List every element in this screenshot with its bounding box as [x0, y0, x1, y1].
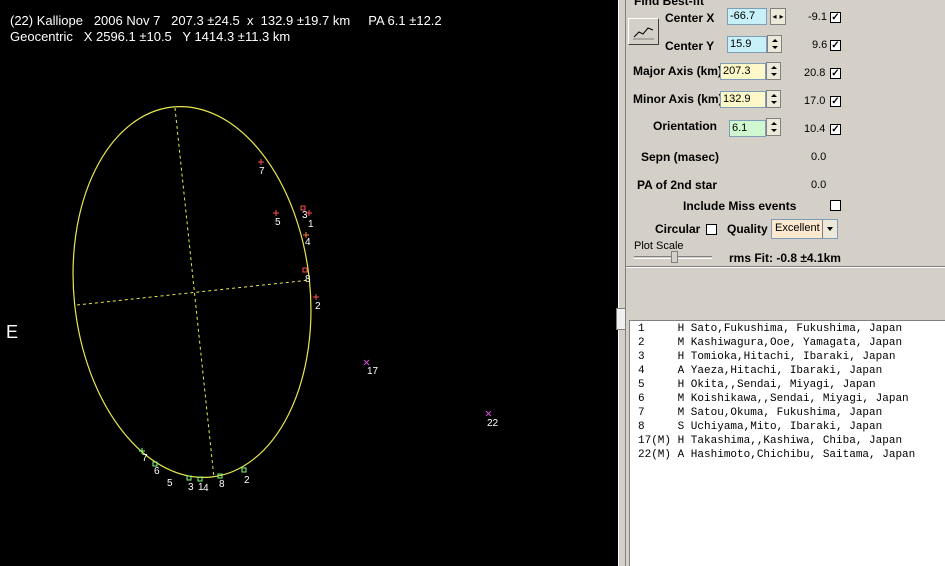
- center-x-input[interactable]: -66.7: [727, 8, 767, 25]
- plot-scale-slider-thumb[interactable]: [671, 251, 678, 263]
- splitter-handle[interactable]: [616, 308, 626, 330]
- chord-marker: 2: [241, 467, 250, 486]
- minor-axis-input[interactable]: 132.9: [720, 91, 766, 108]
- major-axis-spinner[interactable]: [766, 62, 781, 80]
- major-axis-line: [174, 107, 215, 479]
- svg-text:8: 8: [219, 479, 225, 490]
- list-item[interactable]: 5 H Okita,,Sendai, Miyagi, Japan: [638, 379, 876, 391]
- chart-icon: [633, 27, 654, 40]
- chord-marker: 2: [313, 294, 321, 312]
- svg-text:8: 8: [305, 274, 311, 285]
- svg-text:4: 4: [203, 483, 209, 494]
- list-item[interactable]: 6 M Koishikawa,,Sendai, Miyagi, Japan: [638, 393, 909, 405]
- orientation-checkbox[interactable]: ✓: [830, 124, 841, 135]
- orientation-label: Orientation: [653, 119, 718, 133]
- list-item[interactable]: 1 H Sato,Fukushima, Fukushima, Japan: [638, 323, 902, 335]
- svg-text:6: 6: [154, 466, 160, 477]
- chord-marker: 5: [273, 210, 281, 228]
- list-item[interactable]: 17(M) H Takashima,,Kashiwa, Chiba, Japan: [638, 435, 902, 447]
- observer-list[interactable]: 1 H Sato,Fukushima, Fukushima, Japan 2 M…: [629, 320, 945, 566]
- orientation-uncertainty: 10.4: [804, 123, 826, 135]
- quality-label: Quality: [727, 222, 768, 236]
- orientation-input[interactable]: 6.1: [729, 120, 766, 137]
- chord-marker: 4: [203, 483, 209, 494]
- list-item[interactable]: 2 M Kashiwagura,Ooe, Yamagata, Japan: [638, 337, 902, 349]
- center-y-label: Center Y: [665, 39, 715, 53]
- plot-header-line2: Geocentric X 2596.1 ±10.5 Y 1414.3 ±11.3…: [10, 29, 291, 44]
- sepn-value: 0.0: [811, 151, 827, 163]
- pa-2nd-star-value: 0.0: [811, 179, 827, 191]
- chord-marker: 8: [302, 267, 311, 285]
- center-x-uncertainty: -9.1: [808, 11, 827, 23]
- group-title: Find Best-fit: [632, 0, 706, 8]
- svg-text:3: 3: [188, 482, 194, 493]
- svg-text:7: 7: [259, 166, 265, 177]
- minor-axis-uncertainty: 17.0: [804, 95, 826, 107]
- occultation-plot[interactable]: 7 5 3 1 4 8 2 7 6 5 3 1 4 8 2 17 22 (22)…: [0, 0, 618, 566]
- major-axis-input[interactable]: 207.3: [720, 63, 766, 80]
- svg-text:5: 5: [275, 217, 281, 228]
- center-y-checkbox[interactable]: ✓: [830, 40, 841, 51]
- rms-fit-value: rms Fit: -0.8 ±4.1km: [729, 251, 841, 265]
- asteroid-profile-ellipse: [72, 106, 312, 478]
- chord-marker: 4: [303, 232, 311, 248]
- sepn-label: Sepn (masec): [641, 150, 720, 164]
- minor-axis-spinner[interactable]: [766, 90, 781, 108]
- major-axis-label: Major Axis (km): [633, 64, 722, 78]
- svg-text:2: 2: [244, 475, 250, 486]
- quality-select[interactable]: Excellent: [771, 219, 838, 239]
- list-item[interactable]: 8 S Uchiyama,Mito, Ibaraki, Japan: [638, 421, 882, 433]
- orientation-spinner[interactable]: [766, 118, 781, 136]
- center-y-spinner[interactable]: [767, 35, 782, 53]
- east-direction-label: E: [6, 322, 19, 342]
- center-x-checkbox[interactable]: ✓: [830, 12, 841, 23]
- major-axis-uncertainty: 20.8: [804, 67, 826, 79]
- chord-marker: 3: [186, 475, 194, 493]
- svg-text:17: 17: [367, 366, 379, 377]
- center-x-spinner[interactable]: ◂ ▸: [770, 8, 786, 25]
- miss-event-22: 22: [485, 410, 499, 429]
- svg-text:5: 5: [167, 478, 173, 489]
- include-miss-checkbox[interactable]: [830, 200, 841, 211]
- list-item[interactable]: 7 M Satou,Okuma, Fukushima, Japan: [638, 407, 882, 419]
- center-y-input[interactable]: 15.9: [727, 36, 767, 53]
- miss-event-17: 17: [363, 359, 379, 377]
- include-miss-label: Include Miss events: [683, 199, 797, 213]
- center-y-uncertainty: 9.6: [812, 39, 828, 51]
- minor-axis-label: Minor Axis (km): [633, 92, 723, 106]
- spin-right-icon[interactable]: ▸: [778, 9, 785, 24]
- plot-canvas: 7 5 3 1 4 8 2 7 6 5 3 1 4 8 2 17 22: [72, 106, 499, 494]
- quality-value: Excellent: [775, 222, 820, 234]
- chord-marker: 5: [167, 478, 173, 489]
- major-axis-checkbox[interactable]: ✓: [830, 68, 841, 79]
- pa-2nd-star-label: PA of 2nd star: [637, 178, 718, 192]
- chord-marker: 1: [306, 210, 314, 230]
- plot-header-line1: (22) Kalliope 2006 Nov 7 207.3 ±24.5 x 1…: [10, 13, 442, 28]
- list-item[interactable]: 3 H Tomioka,Hitachi, Ibaraki, Japan: [638, 351, 895, 363]
- list-item[interactable]: 22(M) A Hashimoto,Chichibu, Saitama, Jap…: [638, 449, 915, 461]
- minor-axis-checkbox[interactable]: ✓: [830, 96, 841, 107]
- panel-splitter[interactable]: [618, 0, 626, 566]
- spin-left-icon[interactable]: ◂: [771, 9, 778, 24]
- svg-text:22: 22: [487, 418, 499, 429]
- list-item[interactable]: 4 A Yaeza,Hitachi, Ibaraki, Japan: [638, 365, 882, 377]
- svg-text:7: 7: [142, 453, 148, 464]
- circular-label: Circular: [655, 222, 701, 236]
- find-best-fit-button[interactable]: [628, 18, 659, 45]
- svg-text:4: 4: [305, 237, 311, 248]
- svg-text:2: 2: [315, 301, 321, 312]
- panel-divider: [626, 266, 945, 268]
- svg-text:1: 1: [308, 219, 314, 230]
- circular-checkbox[interactable]: [706, 224, 717, 235]
- chord-marker: 7: [258, 159, 265, 177]
- chevron-down-icon[interactable]: [822, 220, 837, 238]
- center-x-label: Center X: [665, 11, 715, 25]
